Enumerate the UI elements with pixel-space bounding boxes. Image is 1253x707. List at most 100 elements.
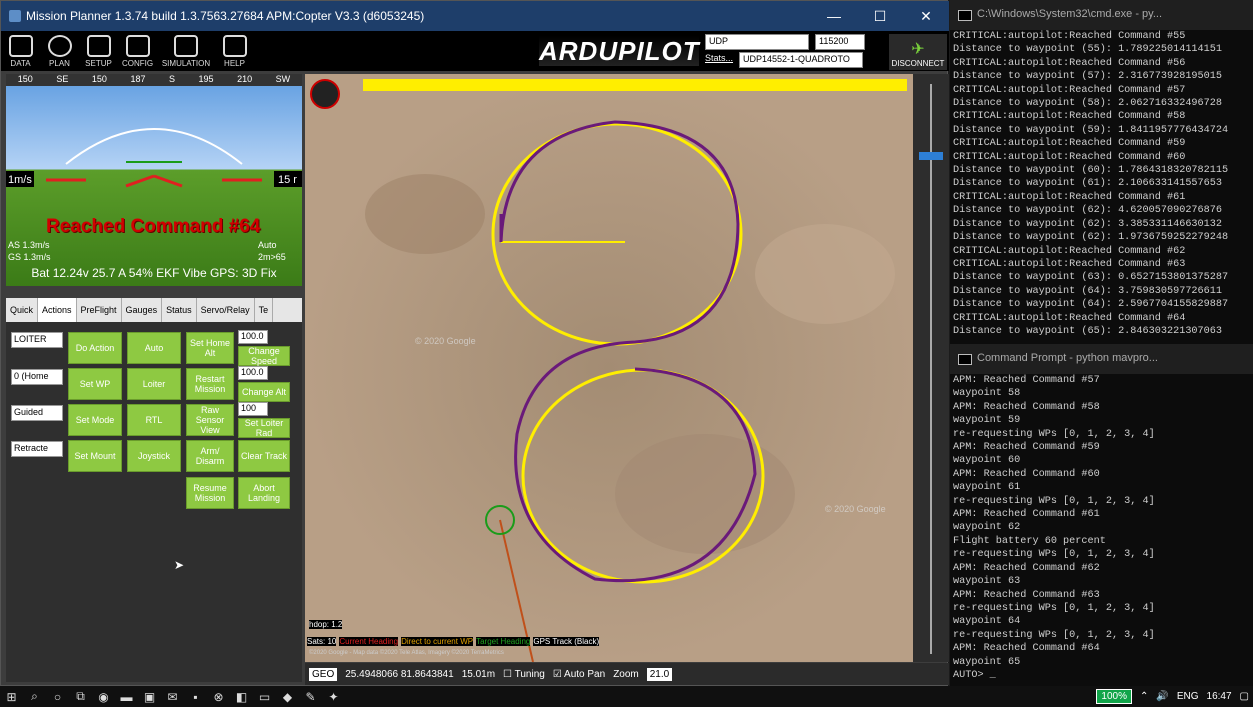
terminal-icon[interactable]: ▭ [253, 686, 276, 707]
set-wp-button[interactable]: Set WP [68, 368, 122, 400]
system-tray: 100% ⌃ 🔊 ENG 16:47 ▢ [1096, 686, 1249, 707]
tab-actions[interactable]: Actions [38, 298, 77, 322]
notification-icon[interactable]: ▢ [1240, 691, 1249, 702]
rtl-button[interactable]: RTL [127, 404, 181, 436]
console-line: Distance to waypoint (57): 2.31677392819… [953, 71, 1222, 83]
xbox-icon[interactable]: ⊗ [207, 686, 230, 707]
raw-sensor-view-button[interactable]: Raw Sensor View [186, 404, 234, 436]
console-line: Distance to waypoint (62): 3.38533114663… [953, 218, 1222, 230]
menu-help[interactable]: HELP [215, 31, 254, 71]
change-speed-button[interactable]: Change Speed [238, 346, 290, 366]
maximize-button[interactable]: ☐ [857, 1, 903, 31]
hud-status-bar: Bat 12.24v 25.7 A 54% EKF Vibe GPS: 3D F… [31, 266, 277, 280]
setmode-dropdown[interactable]: Guided [11, 405, 63, 421]
change-alt-button[interactable]: Change Alt [238, 382, 290, 402]
set-mount-button[interactable]: Set Mount [68, 440, 122, 472]
tab-gauges[interactable]: Gauges [122, 298, 163, 322]
menu-data[interactable]: DATA [1, 31, 40, 71]
office-icon[interactable]: ◧ [230, 686, 253, 707]
altitude-slider[interactable] [913, 74, 949, 662]
auto-button[interactable]: Auto [127, 332, 181, 364]
console-line: Distance to waypoint (62): 4.62005709027… [953, 205, 1222, 217]
stats-link[interactable]: Stats... [705, 53, 733, 63]
restart-mission-button[interactable]: Restart Mission [186, 368, 234, 400]
mode-dropdown[interactable]: LOITER [11, 332, 63, 348]
console-icon [958, 353, 972, 365]
task-view-icon[interactable]: ⧉ [69, 686, 92, 707]
baud-select[interactable]: 115200 [815, 34, 865, 50]
menu-config[interactable]: CONFIG [118, 31, 157, 71]
cortana-icon[interactable]: ○ [46, 686, 69, 707]
tab-quick[interactable]: Quick [6, 298, 39, 322]
port-select[interactable]: UDP14552-1-QUADROTO [739, 52, 863, 68]
console-line: CRITICAL:autopilot:Reached Command #57 [953, 84, 1186, 96]
menu-setup[interactable]: SETUP [79, 31, 118, 71]
flight-mode: Auto [258, 240, 277, 250]
tuning-checkbox[interactable]: ☐ Tuning [503, 669, 545, 680]
joystick-button[interactable]: Joystick [127, 440, 181, 472]
do-action-button[interactable]: Do Action [68, 332, 122, 364]
notes-icon[interactable]: ✎ [299, 686, 322, 707]
speed-input[interactable]: 100.0 [238, 330, 268, 344]
cmd1-output: CRITICAL:autopilot:Reached Command #55 Di… [950, 30, 1253, 338]
console-line: Distance to waypoint (55): 1.78922501411… [953, 44, 1222, 56]
close-button[interactable]: ✕ [903, 1, 949, 31]
flight-path-overlay [305, 74, 913, 662]
app-icon[interactable]: ▪ [184, 686, 207, 707]
sublime-icon[interactable]: ◆ [276, 686, 299, 707]
resume-mission-button[interactable]: Resume Mission [186, 477, 234, 509]
chrome-icon[interactable]: ◉ [92, 686, 115, 707]
set-loiter-rad-button[interactable]: Set Loiter Rad [238, 418, 290, 438]
mount-dropdown[interactable]: Retracte [11, 441, 63, 457]
console-line: re-requesting WPs [0, 1, 2, 3, 4] [953, 495, 1155, 507]
set-home-alt-button[interactable]: Set Home Alt [186, 332, 234, 364]
volume-icon[interactable]: 🔊 [1156, 691, 1168, 702]
console-line: waypoint 60 [953, 455, 1021, 467]
console-line: Distance to waypoint (62): 1.97367592522… [953, 232, 1229, 244]
autopan-checkbox[interactable]: ☑ Auto Pan [553, 669, 605, 680]
waypoint-dropdown[interactable]: 0 (Home [11, 369, 63, 385]
console-line: re-requesting WPs [0, 1, 2, 3, 4] [953, 549, 1155, 561]
set-mode-button[interactable]: Set Mode [68, 404, 122, 436]
mission-planner-taskbar-icon[interactable]: ✦ [322, 686, 345, 707]
language-indicator[interactable]: ENG [1177, 691, 1199, 702]
menu-simulation[interactable]: SIMULATION [157, 31, 215, 71]
network-icon[interactable]: ⌃ [1140, 691, 1148, 702]
disconnect-button[interactable]: ✈ DISCONNECT [889, 34, 947, 70]
loiter-button[interactable]: Loiter [127, 368, 181, 400]
console-line: CRITICAL:autopilot:Reached Command #59 [953, 138, 1186, 150]
slider-thumb[interactable] [919, 152, 943, 160]
search-icon[interactable]: ⌕ [23, 686, 46, 707]
map-view[interactable]: hdop: 1.2 Sats: 10 Current Heading Direc… [305, 74, 913, 662]
arm-disarm-button[interactable]: Arm/ Disarm [186, 440, 234, 472]
loiter-rad-input[interactable]: 100 [238, 402, 268, 416]
mail-icon[interactable]: ✉ [161, 686, 184, 707]
connection-type-select[interactable]: UDP [705, 34, 809, 50]
explorer-icon[interactable]: ▬ [115, 686, 138, 707]
clear-track-button[interactable]: Clear Track [238, 440, 290, 472]
map-credits: ©2020 Google - Map data ©2020 Tele Atlas… [309, 650, 504, 656]
alt-input[interactable]: 100.0 [238, 366, 268, 380]
globe-icon [47, 35, 72, 57]
tab-status[interactable]: Status [162, 298, 197, 322]
groundspeed: GS 1.3m/s [8, 252, 51, 262]
menu-plan[interactable]: PLAN [40, 31, 79, 71]
minimize-button[interactable]: — [811, 1, 857, 31]
zoom-input[interactable]: 21.0 [646, 667, 673, 681]
cmd2-title-bar: Command Prompt - python mavpro... [950, 344, 1253, 374]
console-line: APM: Reached Command #57 [953, 375, 1100, 386]
abort-landing-button[interactable]: Abort Landing [238, 477, 290, 509]
start-icon[interactable]: ⊞ [0, 686, 23, 707]
zoom-label: Zoom [613, 668, 639, 680]
clock[interactable]: 16:47 [1207, 691, 1232, 702]
console-line: CRITICAL:autopilot:Reached Command #56 [953, 57, 1186, 69]
map-status-bar: GEO 25.4948066 81.8643841 15.01m ☐ Tunin… [305, 663, 949, 685]
tab-preflight[interactable]: PreFlight [77, 298, 122, 322]
console-line: waypoint 58 [953, 388, 1021, 400]
help-icon [222, 35, 247, 57]
tab-telemetry[interactable]: Te [255, 298, 274, 322]
store-icon[interactable]: ▣ [138, 686, 161, 707]
tab-servo-relay[interactable]: Servo/Relay [197, 298, 255, 322]
coord-mode-select[interactable]: GEO [309, 667, 338, 681]
battery-indicator[interactable]: 100% [1096, 689, 1132, 704]
